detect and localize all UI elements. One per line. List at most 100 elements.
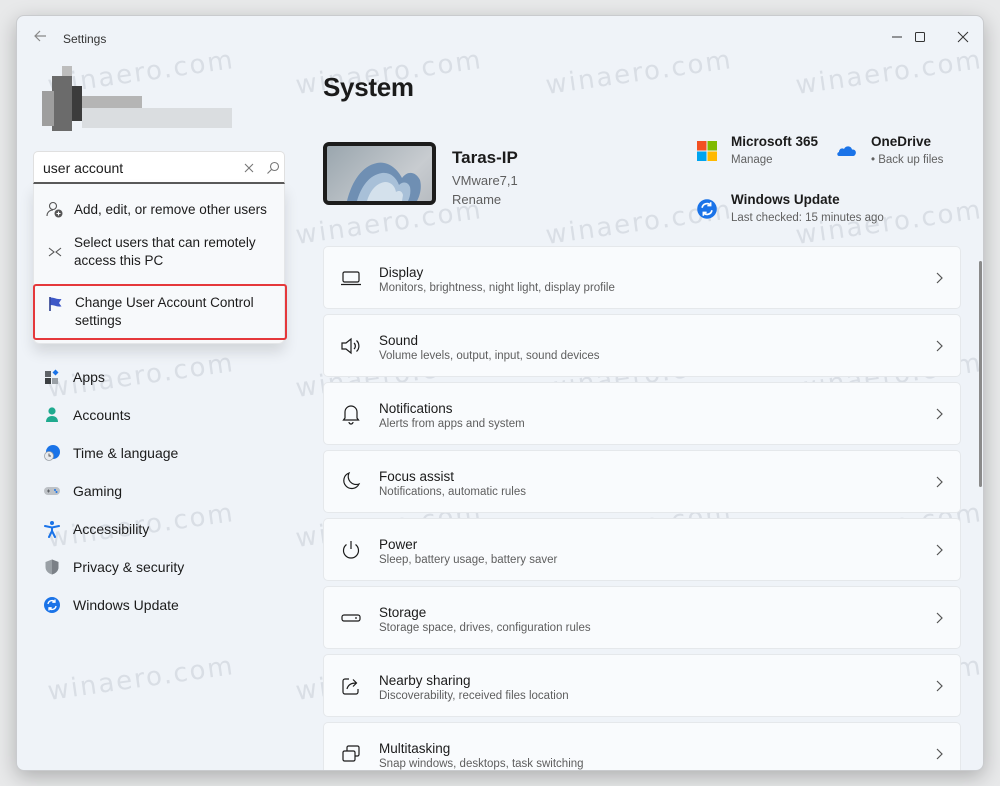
settings-card-sound[interactable]: Sound Volume levels, output, input, soun… [323, 314, 961, 377]
sidebar-item-accounts[interactable]: Accounts [33, 398, 285, 432]
remote-access-icon [48, 247, 62, 257]
search-icon[interactable] [265, 160, 281, 176]
search-box[interactable] [33, 151, 285, 184]
card-subtitle: Snap windows, desktops, task switching [379, 758, 584, 770]
settings-window: winaero.com winaero.com winaero.com wina… [16, 15, 984, 771]
card-title: Nearby sharing [379, 673, 471, 688]
maximize-icon [915, 32, 925, 42]
gaming-icon [44, 487, 60, 495]
accessibility-icon [44, 521, 60, 538]
sidebar-item-label: Windows Update [73, 597, 179, 613]
sidebar-item-label: Gaming [73, 483, 123, 499]
sidebar-item-accessibility[interactable]: Accessibility [33, 512, 285, 546]
app-title: Settings [63, 32, 107, 46]
microsoft-365-icon [697, 141, 717, 161]
chevron-right-icon [936, 748, 943, 760]
card-title: Display [379, 265, 424, 280]
user-add-icon [46, 201, 63, 218]
rename-link[interactable]: Rename [452, 192, 501, 207]
onedrive-icon [837, 146, 856, 156]
sidebar-item-windows-update[interactable]: Windows Update [33, 588, 285, 622]
watermark: winaero.com [45, 651, 237, 707]
windows-update-icon [44, 597, 60, 613]
card-title: Storage [379, 605, 427, 620]
chevron-right-icon [936, 476, 943, 488]
quick-action-subtitle: Manage [731, 154, 773, 166]
device-name: Taras-IP [452, 148, 518, 167]
user-profile-blurred[interactable] [37, 61, 232, 131]
bloom-wallpaper-icon [347, 162, 421, 201]
sound-icon [341, 337, 360, 355]
device-model: VMware7,1 [452, 173, 518, 188]
settings-card-focus-assist[interactable]: Focus assist Notifications, automatic ru… [323, 450, 961, 513]
power-icon [342, 541, 360, 559]
display-icon [341, 271, 361, 286]
card-title: Focus assist [379, 469, 455, 484]
title-bar: Settings [17, 16, 983, 62]
chevron-right-icon [936, 612, 943, 624]
sidebar-item-label: Accounts [73, 407, 131, 423]
sidebar-item-label: Time & language [73, 445, 179, 461]
search-result-item-highlighted[interactable]: Change User Account Control settings [33, 284, 287, 340]
nearby-sharing-icon [342, 678, 359, 695]
search-result-item[interactable]: Add, edit, or remove other users [34, 192, 286, 224]
quick-action-windows-update[interactable]: Windows Update Last checked: 15 minutes … [696, 192, 896, 232]
card-subtitle: Discoverability, received files location [379, 690, 569, 702]
quick-action-subtitle: • Back up files [871, 154, 944, 166]
search-result-label: Add, edit, or remove other users [74, 202, 267, 217]
chevron-right-icon [936, 680, 943, 692]
privacy-shield-icon [45, 559, 59, 575]
vertical-scrollbar[interactable] [979, 261, 982, 487]
chevron-right-icon [936, 272, 943, 284]
back-arrow-icon [34, 30, 46, 42]
quick-action-title: Windows Update [731, 192, 840, 207]
accounts-icon [46, 407, 58, 422]
card-title: Sound [379, 333, 419, 348]
focus-assist-moon-icon [343, 471, 361, 490]
card-subtitle: Volume levels, output, input, sound devi… [379, 350, 600, 362]
back-button[interactable] [29, 28, 51, 50]
sidebar-item-gaming[interactable]: Gaming [33, 474, 285, 508]
search-result-label: Select users that can remotely access th… [74, 235, 256, 268]
quick-action-onedrive[interactable]: OneDrive • Back up files [836, 134, 956, 174]
sidebar-item-apps[interactable]: Apps [33, 360, 285, 394]
quick-action-subtitle: Last checked: 15 minutes ago [731, 212, 884, 224]
maximize-button[interactable] [900, 22, 940, 52]
card-subtitle: Notifications, automatic rules [379, 486, 527, 498]
card-title: Power [379, 537, 418, 552]
search-result-label: Change User Account Control settings [75, 295, 254, 328]
quick-action-title: OneDrive [871, 134, 932, 149]
sidebar-item-privacy-security[interactable]: Privacy & security [33, 550, 285, 584]
settings-card-display[interactable]: Display Monitors, brightness, night ligh… [323, 246, 961, 309]
settings-card-power[interactable]: Power Sleep, battery usage, battery save… [323, 518, 961, 581]
search-input[interactable] [43, 158, 223, 178]
card-subtitle: Sleep, battery usage, battery saver [379, 554, 558, 566]
device-wallpaper-thumbnail [323, 142, 436, 205]
quick-action-title: Microsoft 365 [731, 134, 819, 149]
settings-card-notifications[interactable]: Notifications Alerts from apps and syste… [323, 382, 961, 445]
page-title: System [323, 72, 414, 102]
apps-icon [45, 369, 59, 384]
close-icon [957, 31, 969, 43]
sidebar-item-time-language[interactable]: Time & language [33, 436, 285, 470]
card-title: Multitasking [379, 741, 451, 756]
sidebar-item-label: Privacy & security [73, 559, 185, 575]
chevron-right-icon [936, 544, 943, 556]
notifications-icon [342, 405, 360, 425]
chevron-right-icon [936, 340, 943, 352]
clear-search-icon[interactable] [241, 160, 257, 176]
sidebar-item-label: Apps [73, 369, 105, 385]
settings-card-storage[interactable]: Storage Storage space, drives, configura… [323, 586, 961, 649]
card-subtitle: Monitors, brightness, night light, displ… [379, 282, 615, 294]
time-language-icon [44, 445, 60, 461]
settings-card-multitasking[interactable]: Multitasking Snap windows, desktops, tas… [323, 722, 961, 770]
sidebar-item-label: Accessibility [73, 521, 150, 537]
uac-flag-icon [49, 297, 62, 311]
quick-action-microsoft-365[interactable]: Microsoft 365 Manage [696, 134, 818, 174]
card-subtitle: Storage space, drives, configuration rul… [379, 622, 591, 634]
settings-card-nearby-sharing[interactable]: Nearby sharing Discoverability, received… [323, 654, 961, 717]
close-button[interactable] [943, 22, 983, 52]
multitasking-icon [342, 745, 360, 762]
search-result-item[interactable]: Select users that can remotely access th… [34, 230, 286, 274]
windows-update-icon [697, 199, 717, 219]
